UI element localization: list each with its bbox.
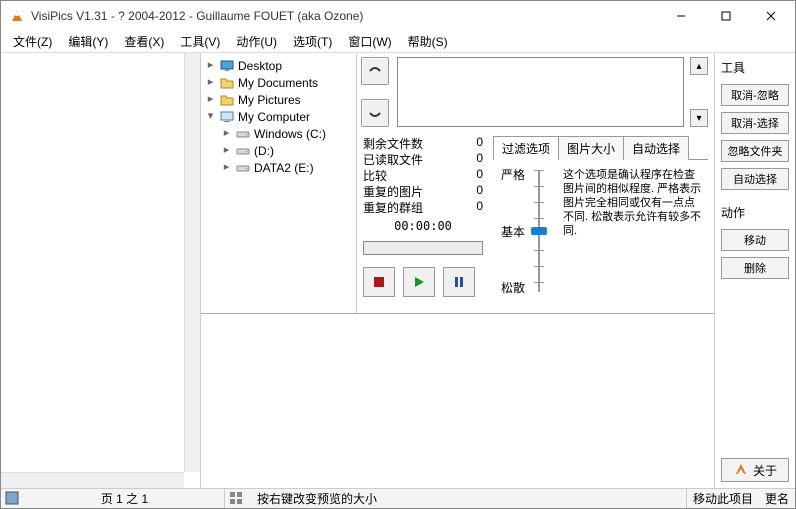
fox-icon [733, 461, 749, 480]
stop-button[interactable] [363, 267, 395, 297]
tree-item-mycomp[interactable]: ▾ My Computer [203, 108, 354, 125]
stat-compare-label: 比较 [363, 167, 387, 183]
minimize-button[interactable] [658, 2, 703, 30]
drive-icon [235, 126, 251, 142]
titlebar: VisiPics V1.31 - ? 2004-2012 - Guillaume… [1, 1, 795, 31]
tree-item-drive-d[interactable]: ▸ (D:) [203, 142, 354, 159]
expand-icon[interactable]: ▸ [205, 60, 216, 71]
tree-item-mypics[interactable]: ▸ My Pictures [203, 91, 354, 108]
move-button[interactable]: 移动 [721, 229, 789, 251]
statusbar: 页 1 之 1 按右键改变预览的大小 移动此项目 更名 [1, 488, 795, 508]
pause-button[interactable] [443, 267, 475, 297]
stats-panel: 剩余文件数 0 已读取文件 0 比较 0 重复的图片 0 重复的群组 0 00:00:00 [363, 135, 483, 302]
stat-read-label: 已读取文件 [363, 151, 423, 167]
tab-size[interactable]: 图片大小 [558, 136, 624, 160]
folder-icon [219, 92, 235, 108]
stat-dupgroups-value: 0 [476, 199, 483, 215]
menu-edit[interactable]: 编辑(Y) [60, 31, 116, 52]
vertical-scrollbar[interactable] [184, 53, 200, 472]
tree-label: Desktop [238, 59, 282, 73]
autoselect-button[interactable]: 自动选择 [721, 168, 789, 190]
horizontal-scrollbar[interactable] [1, 472, 184, 488]
slider-description: 这个选项是确认程序在检查图片间的相似程度. 严格表示图片完全相同或仅有一点点不同… [561, 166, 704, 296]
menu-view[interactable]: 查看(X) [116, 31, 172, 52]
right-toolbox: 工具 取消-忽略 取消-选择 忽略文件夹 自动选择 动作 移动 删除 关于 [715, 53, 795, 488]
tree-label: My Pictures [238, 93, 301, 107]
status-message: 按右键改变预览的大小 [249, 489, 687, 508]
slider-thumb[interactable] [531, 227, 547, 235]
status-icon-grid[interactable] [229, 491, 245, 507]
play-button[interactable] [403, 267, 435, 297]
stat-compare-value: 0 [476, 167, 483, 183]
tree-item-mydocs[interactable]: ▸ My Documents [203, 74, 354, 91]
tree-item-drive-e[interactable]: ▸ DATA2 (E:) [203, 159, 354, 176]
status-rename[interactable]: 更名 [759, 489, 795, 508]
menu-actions[interactable]: 动作(U) [228, 31, 285, 52]
expand-icon[interactable]: ▸ [205, 94, 216, 105]
status-icon-left [5, 491, 21, 507]
cancel-ignore-button[interactable]: 取消-忽略 [721, 84, 789, 106]
list-down-button[interactable]: ▾ [690, 109, 708, 127]
menu-help[interactable]: 帮助(S) [400, 31, 456, 52]
selected-folders-list[interactable] [397, 57, 684, 127]
close-button[interactable] [748, 2, 793, 30]
menubar: 文件(Z) 编辑(Y) 查看(X) 工具(V) 动作(U) 选项(T) 窗口(W… [1, 31, 795, 53]
cancel-select-button[interactable]: 取消-选择 [721, 112, 789, 134]
tree-item-drive-c[interactable]: ▸ Windows (C:) [203, 125, 354, 142]
desktop-icon [219, 58, 235, 74]
tree-label: My Documents [238, 76, 318, 90]
stat-duppics-value: 0 [476, 183, 483, 199]
tree-item-desktop[interactable]: ▸ Desktop [203, 57, 354, 74]
tools-header: 工具 [721, 59, 789, 76]
tab-autoselect[interactable]: 自动选择 [623, 136, 689, 160]
status-move-item[interactable]: 移动此项目 [687, 489, 759, 508]
remove-folder-button[interactable] [361, 99, 389, 127]
tree-label: (D:) [254, 144, 274, 158]
page-indicator: 页 1 之 1 [25, 489, 225, 508]
computer-icon [219, 109, 235, 125]
thumbnail-pane [1, 53, 201, 488]
slider-label-loose: 松散 [497, 279, 525, 296]
stat-remaining-label: 剩余文件数 [363, 135, 423, 151]
list-up-button[interactable]: ▴ [690, 57, 708, 75]
menu-file[interactable]: 文件(Z) [5, 31, 60, 52]
about-button[interactable]: 关于 [721, 458, 789, 482]
window-title: VisiPics V1.31 - ? 2004-2012 - Guillaume… [31, 9, 658, 23]
slider-label-strict: 严格 [497, 166, 525, 183]
expand-icon[interactable]: ▸ [221, 162, 232, 173]
menu-options[interactable]: 选项(T) [285, 31, 340, 52]
ignore-folder-button[interactable]: 忽略文件夹 [721, 140, 789, 162]
slider-label-basic: 基本 [497, 223, 525, 240]
collapse-icon[interactable]: ▾ [205, 111, 216, 122]
stat-duppics-label: 重复的图片 [363, 183, 423, 199]
expand-icon[interactable]: ▸ [221, 145, 232, 156]
folder-icon [219, 75, 235, 91]
folder-tree[interactable]: ▸ Desktop ▸ My Documents ▸ My Pictures ▾ [201, 53, 357, 313]
stat-remaining-value: 0 [476, 135, 483, 151]
maximize-button[interactable] [703, 2, 748, 30]
app-logo [9, 8, 25, 24]
stat-read-value: 0 [476, 151, 483, 167]
drive-icon [235, 143, 251, 159]
similarity-slider[interactable] [531, 166, 555, 296]
stat-dupgroups-label: 重复的群组 [363, 199, 423, 215]
preview-panel[interactable] [201, 313, 714, 488]
add-folder-button[interactable] [361, 57, 389, 85]
timer: 00:00:00 [363, 219, 483, 233]
tab-row: 过滤选项 图片大小 自动选择 [493, 135, 708, 160]
progress-bar [363, 241, 483, 255]
tree-label: My Computer [238, 110, 310, 124]
delete-button[interactable]: 删除 [721, 257, 789, 279]
expand-icon[interactable]: ▸ [221, 128, 232, 139]
expand-icon[interactable]: ▸ [205, 77, 216, 88]
menu-window[interactable]: 窗口(W) [340, 31, 399, 52]
drive-icon [235, 160, 251, 176]
about-label: 关于 [753, 462, 777, 479]
menu-tools[interactable]: 工具(V) [172, 31, 228, 52]
tree-label: Windows (C:) [254, 127, 326, 141]
tab-filter[interactable]: 过滤选项 [493, 136, 559, 160]
actions-header: 动作 [721, 204, 789, 221]
tree-label: DATA2 (E:) [254, 161, 314, 175]
